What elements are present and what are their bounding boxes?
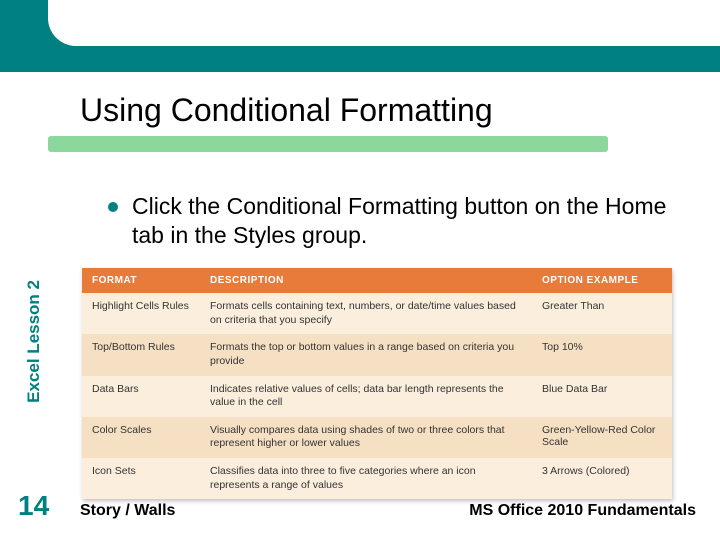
bullet-text: Click the Conditional Formatting button … [132,192,668,250]
cell-format: Data Bars [82,376,200,417]
sidebar-label: Excel Lesson 2 [24,157,44,280]
footer-author: Story / Walls [80,502,175,520]
footer-course: MS Office 2010 Fundamentals [469,502,696,520]
cell-example: Greater Than [532,293,672,334]
table-row: Data Bars Indicates relative values of c… [82,376,672,417]
cell-format: Top/Bottom Rules [82,334,200,375]
header-cutout [48,0,720,46]
table-row: Top/Bottom Rules Formats the top or bott… [82,334,672,375]
slide: Using Conditional Formatting Click the C… [0,0,720,540]
cell-example: 3 Arrows (Colored) [532,458,672,499]
title-underline [48,136,608,152]
cell-example: Blue Data Bar [532,376,672,417]
table-row: Icon Sets Classifies data into three to … [82,458,672,499]
bullet-list: Click the Conditional Formatting button … [108,192,668,250]
table-header-format: FORMAT [82,268,200,293]
formatting-table: FORMAT DESCRIPTION OPTION EXAMPLE Highli… [82,268,672,499]
table-header-row: FORMAT DESCRIPTION OPTION EXAMPLE [82,268,672,293]
cell-format: Icon Sets [82,458,200,499]
table-row: Highlight Cells Rules Formats cells cont… [82,293,672,334]
table-header-description: DESCRIPTION [200,268,532,293]
cell-description: Classifies data into three to five categ… [200,458,532,499]
sidebar-label-text: Excel Lesson 2 [24,280,44,403]
cell-format: Color Scales [82,417,200,458]
bullet-item: Click the Conditional Formatting button … [108,192,668,250]
cell-description: Formats cells containing text, numbers, … [200,293,532,334]
cell-format: Highlight Cells Rules [82,293,200,334]
table-header-example: OPTION EXAMPLE [532,268,672,293]
cell-example: Green-Yellow-Red Color Scale [532,417,672,458]
slide-title: Using Conditional Formatting [80,92,493,129]
slide-number: 14 [18,490,49,522]
cell-description: Visually compares data using shades of t… [200,417,532,458]
cell-example: Top 10% [532,334,672,375]
bullet-dot-icon [108,202,118,212]
table-row: Color Scales Visually compares data usin… [82,417,672,458]
cell-description: Formats the top or bottom values in a ra… [200,334,532,375]
cell-description: Indicates relative values of cells; data… [200,376,532,417]
